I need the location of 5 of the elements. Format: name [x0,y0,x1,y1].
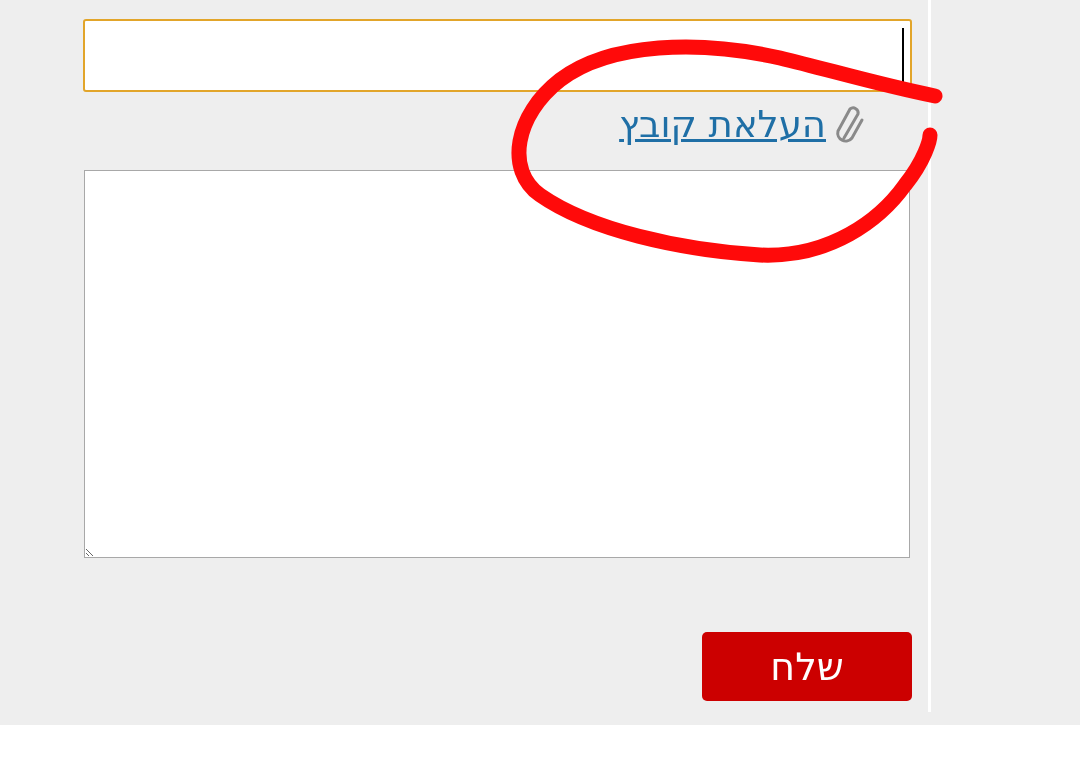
message-textarea[interactable] [84,170,910,558]
send-button[interactable]: שלח [702,632,912,701]
message-input[interactable] [83,19,912,92]
upload-file-link[interactable]: העלאת קובץ [619,102,826,146]
text-cursor [902,27,904,84]
